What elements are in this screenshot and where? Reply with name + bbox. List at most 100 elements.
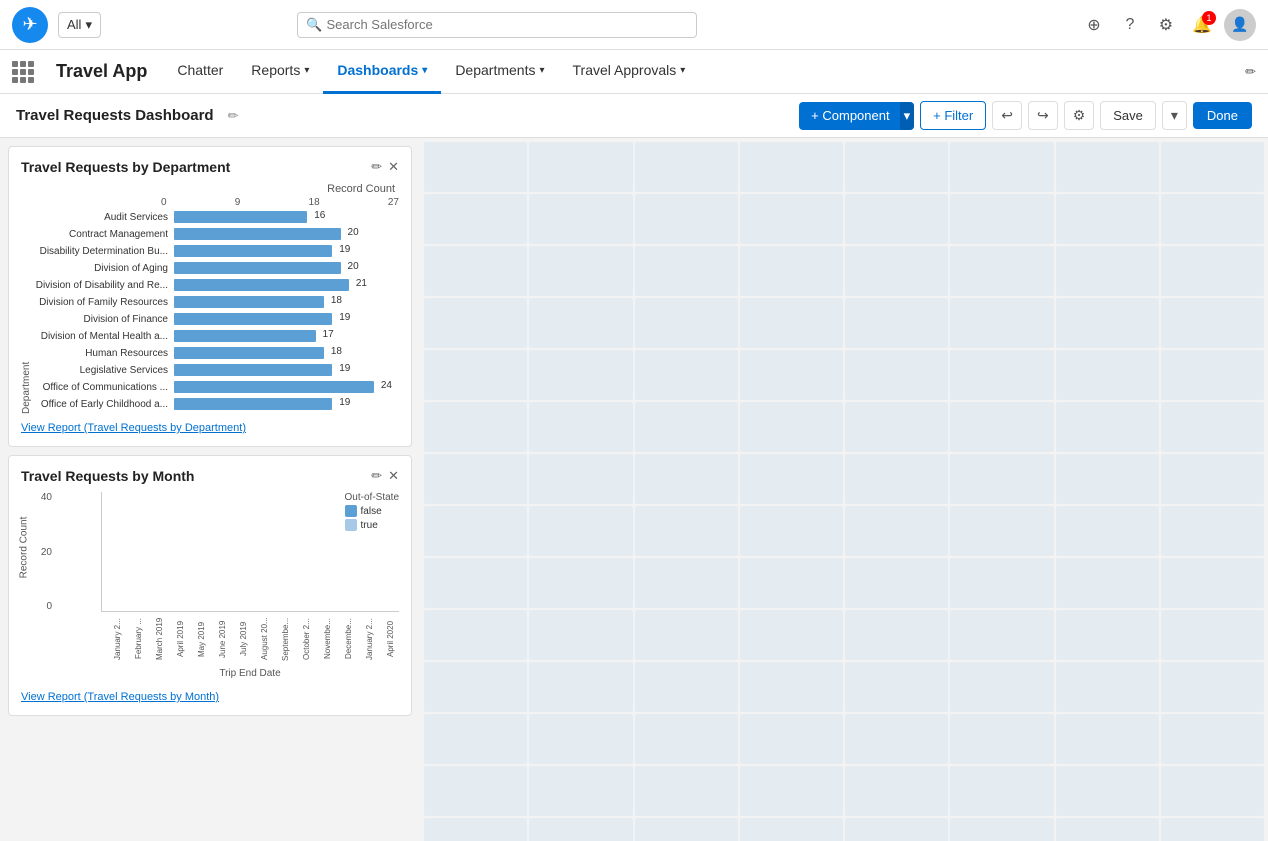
- avatar[interactable]: 👤: [1224, 9, 1256, 41]
- bar-outer: 19: [174, 364, 399, 376]
- chart2-actions: ✏ ✕: [371, 468, 399, 484]
- grid-cell: [635, 246, 738, 296]
- grid-cell: [1056, 142, 1159, 192]
- grid-cell: [950, 298, 1053, 348]
- bar-value: 18: [331, 295, 342, 306]
- app-bar: Travel App Chatter Reports ▾ Dashboards …: [0, 50, 1268, 94]
- grid-cell: [529, 558, 632, 608]
- grid-cell: [424, 142, 527, 192]
- grid-cell: [740, 454, 843, 504]
- chart1-edit-icon[interactable]: ✏: [371, 159, 382, 175]
- component-button[interactable]: + Component ▾: [799, 102, 914, 130]
- grid-cell: [845, 298, 948, 348]
- nav-departments[interactable]: Departments ▾: [441, 50, 558, 94]
- bar-label: Audit Services: [34, 212, 174, 223]
- bar-outer: 21: [174, 279, 399, 291]
- grid-cell: [740, 766, 843, 816]
- save-dropdown-button[interactable]: ▾: [1162, 101, 1187, 130]
- grid-cell: [740, 558, 843, 608]
- bar-label: Division of Mental Health a...: [34, 331, 174, 342]
- component-dropdown-arrow[interactable]: ▾: [900, 102, 915, 130]
- grid-cell: [424, 402, 527, 452]
- grid-cell: [635, 766, 738, 816]
- grid-cell: [845, 402, 948, 452]
- chart2-link[interactable]: View Report (Travel Requests by Month): [21, 691, 399, 703]
- bar-label: Division of Disability and Re...: [34, 280, 174, 291]
- nav-travel-approvals[interactable]: Travel Approvals ▾: [559, 50, 700, 94]
- app-nav: Chatter Reports ▾ Dashboards ▾ Departmen…: [163, 50, 699, 93]
- bar-outer: 18: [174, 347, 399, 359]
- bar-label: Office of Early Childhood a...: [34, 399, 174, 410]
- settings-icon-btn[interactable]: ⚙: [1152, 11, 1180, 39]
- grid-cell: [845, 662, 948, 712]
- col-x-label: May 2019: [189, 614, 206, 664]
- grid-cell: [845, 194, 948, 244]
- filter-button[interactable]: + Filter: [920, 101, 986, 130]
- legend-false-label: false: [361, 506, 382, 517]
- grid-cell: [845, 558, 948, 608]
- search-type-dropdown[interactable]: All ▾: [58, 12, 101, 38]
- grid-cell: [635, 610, 738, 660]
- dashboard-title: Travel Requests Dashboard: [16, 107, 214, 124]
- grid-cell: [740, 194, 843, 244]
- legend-true-color: [345, 519, 357, 531]
- dashboard-title-edit-icon[interactable]: ✏: [228, 108, 239, 124]
- grid-cell: [424, 194, 527, 244]
- redo-button[interactable]: ↪: [1028, 101, 1058, 130]
- bar-row: Disability Determination Bu... 19: [34, 244, 399, 258]
- bar-value: 18: [331, 346, 342, 357]
- waffle-icon[interactable]: [12, 61, 34, 83]
- bar-chart-body: Department Audit Services 16 Contract Ma…: [21, 210, 399, 414]
- grid-cell: [740, 402, 843, 452]
- nav-reports[interactable]: Reports ▾: [237, 50, 323, 94]
- nav-chatter[interactable]: Chatter: [163, 50, 237, 94]
- bar-label: Human Resources: [34, 348, 174, 359]
- done-button[interactable]: Done: [1193, 102, 1252, 129]
- grid-cell: [635, 818, 738, 841]
- bar-value: 19: [339, 312, 350, 323]
- search-type-label: All: [67, 17, 81, 32]
- bar-row: Division of Aging 20: [34, 261, 399, 275]
- search-bar[interactable]: 🔍: [297, 12, 697, 38]
- chart1-link[interactable]: View Report (Travel Requests by Departme…: [21, 422, 399, 434]
- chart1-actions: ✏ ✕: [371, 159, 399, 175]
- bar-outer: 17: [174, 330, 399, 342]
- grid-cell: [845, 610, 948, 660]
- grid-cell: [950, 142, 1053, 192]
- grid-cell: [1056, 506, 1159, 556]
- grid-cell: [950, 246, 1053, 296]
- record-count-label: Record Count: [21, 183, 399, 195]
- grid-cell: [635, 194, 738, 244]
- undo-button[interactable]: ↩: [992, 101, 1022, 130]
- save-button[interactable]: Save: [1100, 101, 1156, 130]
- chart2-close-icon[interactable]: ✕: [388, 468, 399, 484]
- bar-outer: 19: [174, 398, 399, 410]
- chevron-down-icon: ▾: [539, 65, 544, 76]
- add-icon-btn[interactable]: ⊕: [1080, 11, 1108, 39]
- nav-dashboards[interactable]: Dashboards ▾: [323, 50, 441, 94]
- dashboard-toolbar: Travel Requests Dashboard ✏ + Component …: [0, 94, 1268, 138]
- chart2-edit-icon[interactable]: ✏: [371, 468, 382, 484]
- y-axis-title: Record Count: [18, 517, 29, 579]
- bar-outer: 19: [174, 313, 399, 325]
- grid-cell: [529, 766, 632, 816]
- bar-inner: 21: [174, 279, 349, 291]
- search-icon: 🔍: [306, 17, 322, 33]
- settings-button[interactable]: ⚙: [1064, 101, 1095, 130]
- col-x-label: April 2019: [168, 614, 185, 664]
- edit-icon-btn[interactable]: ✏: [1245, 64, 1256, 80]
- grid-cell: [1056, 662, 1159, 712]
- chart1-close-icon[interactable]: ✕: [388, 159, 399, 175]
- bar-label: Disability Determination Bu...: [34, 246, 174, 257]
- notification-icon-btn[interactable]: 🔔 1: [1188, 11, 1216, 39]
- help-icon-btn[interactable]: ?: [1116, 11, 1144, 39]
- bar-outer: 18: [174, 296, 399, 308]
- grid-cell: [845, 246, 948, 296]
- col-x-label: Decembe...: [336, 614, 353, 664]
- search-input[interactable]: [327, 17, 689, 32]
- grid-cell: [635, 714, 738, 764]
- grid-cell: [1056, 402, 1159, 452]
- bar-value: 24: [381, 380, 392, 391]
- grid-cell: [635, 402, 738, 452]
- col-x-label: January 2...: [105, 614, 122, 664]
